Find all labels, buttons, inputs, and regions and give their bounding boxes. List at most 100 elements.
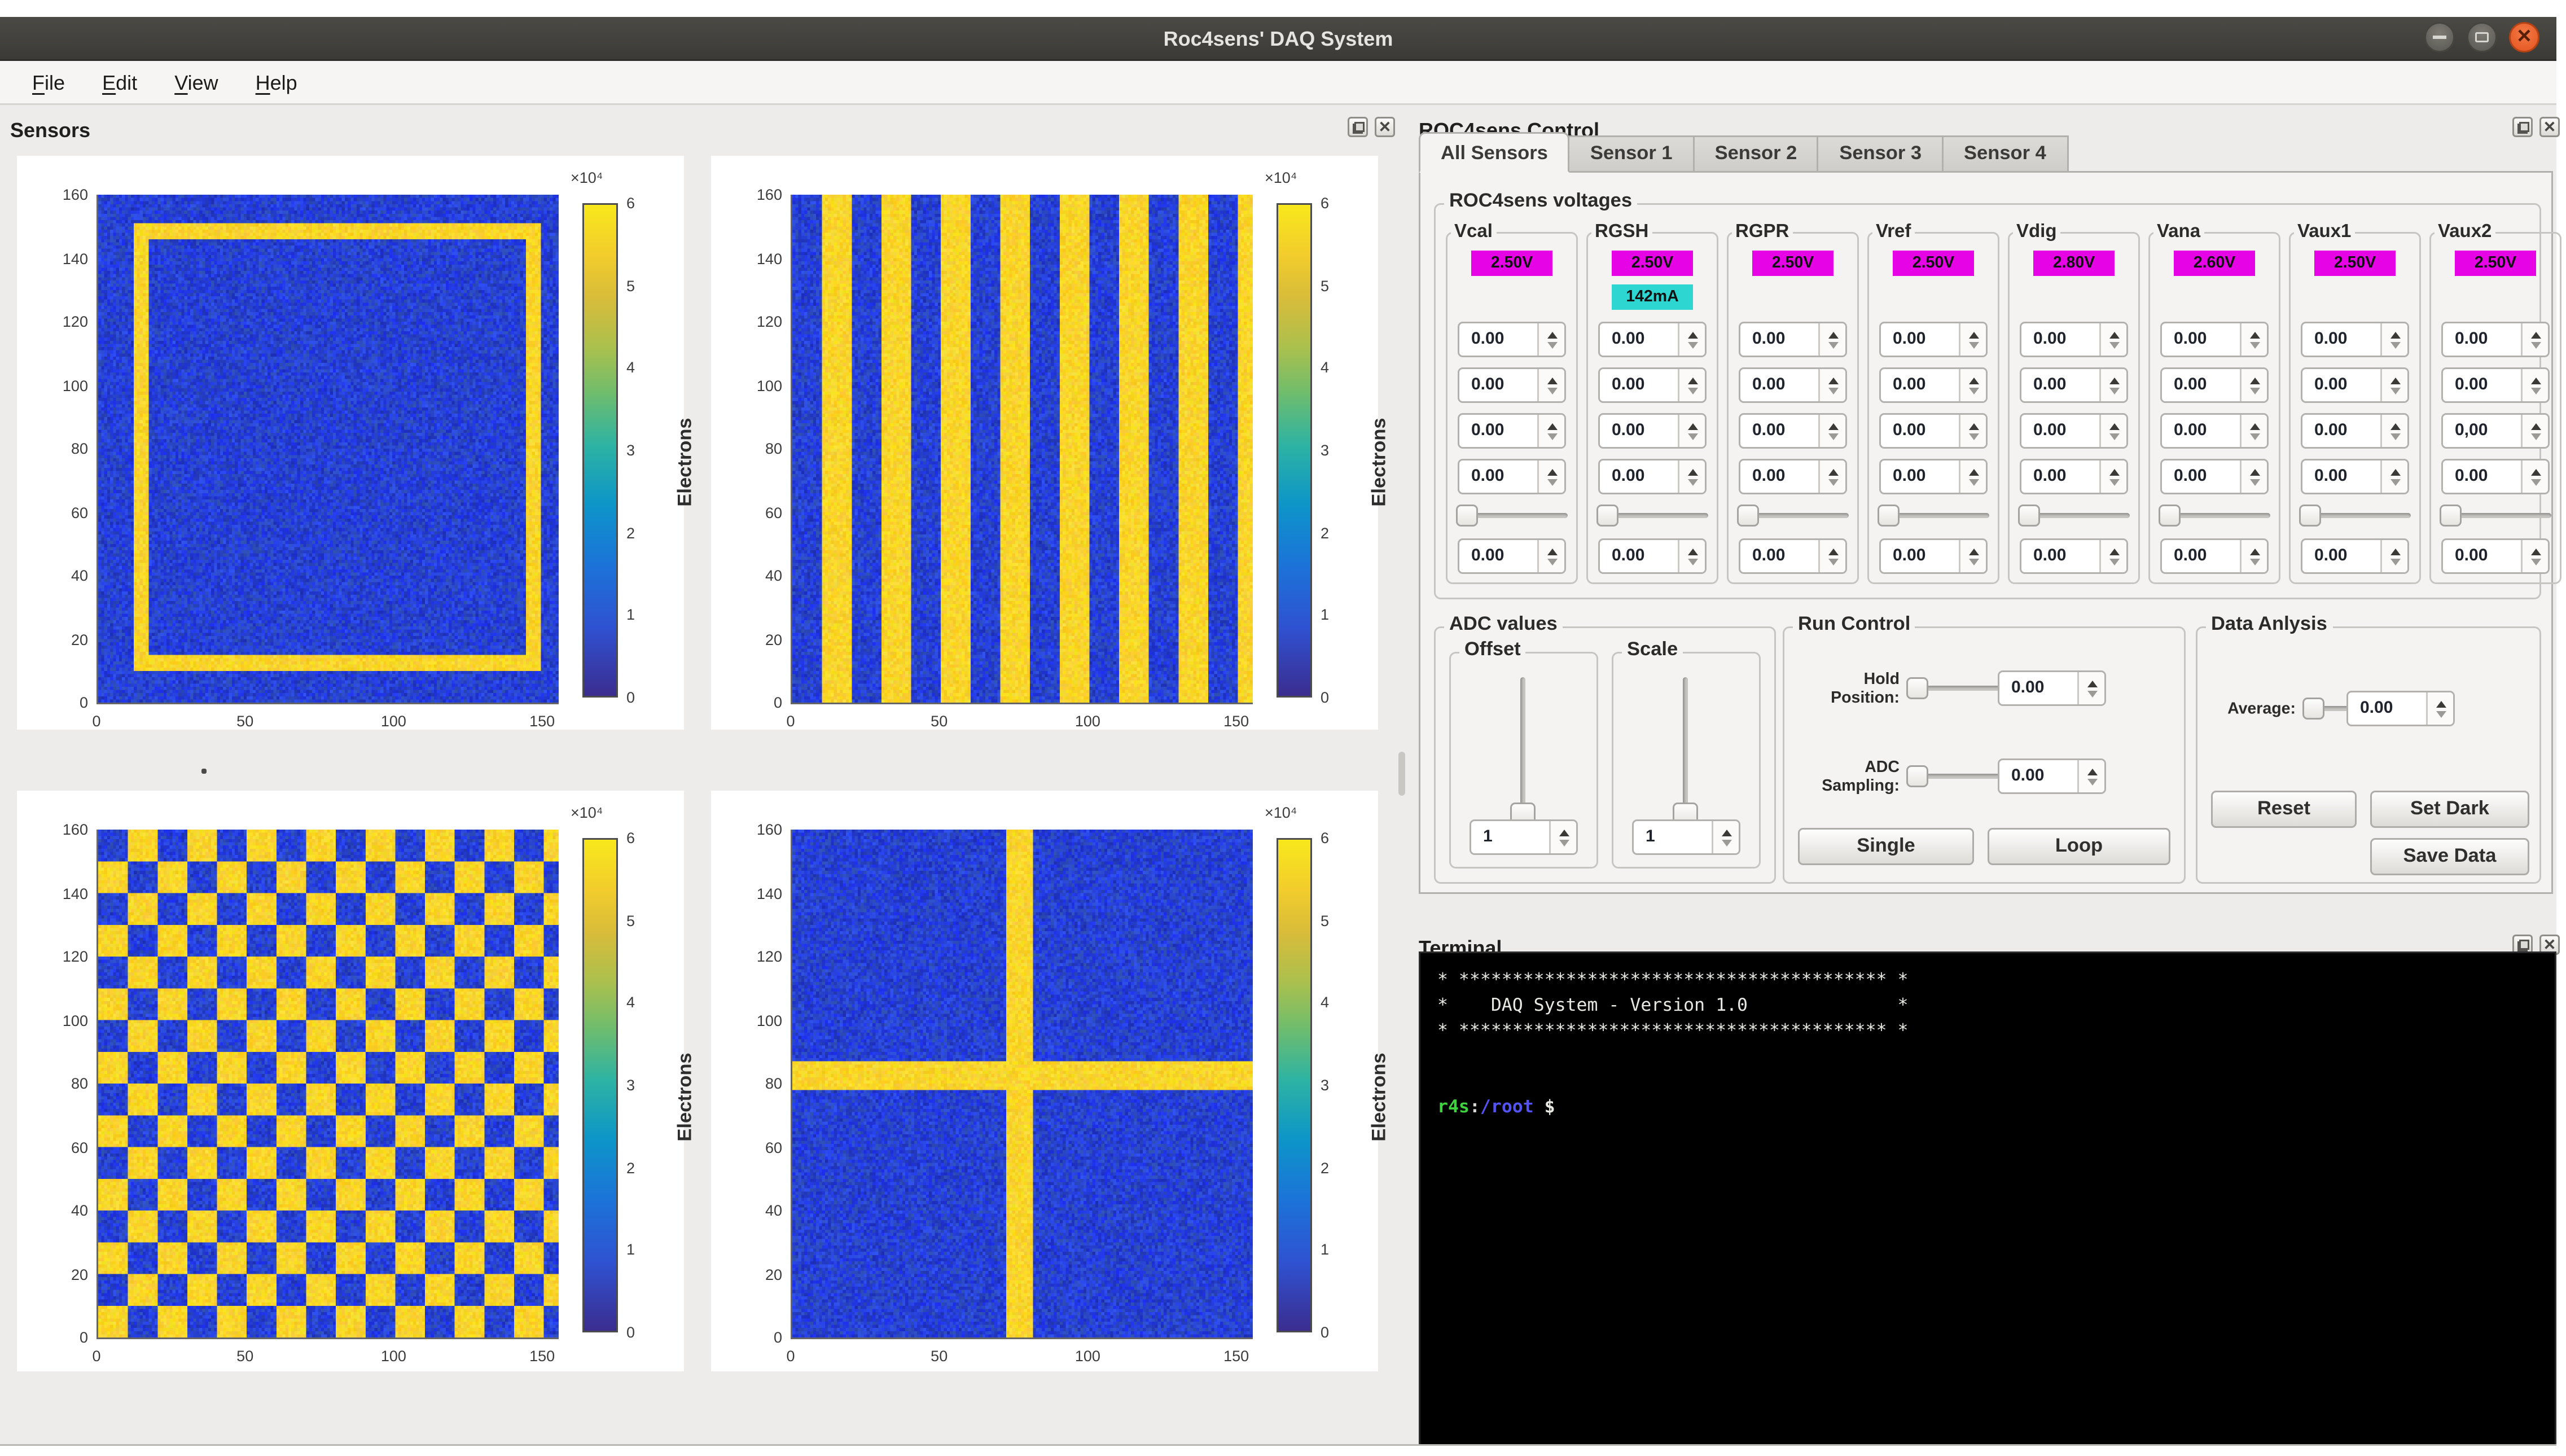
minimize-button[interactable] [2424, 22, 2455, 52]
spin-up-icon[interactable] [1687, 423, 1697, 429]
menu-view[interactable]: View [159, 65, 233, 99]
dac-spinbox[interactable]: 0.00 [1739, 322, 1847, 357]
spin-up-icon[interactable] [2249, 331, 2260, 338]
spin-up-icon[interactable] [2087, 680, 2097, 687]
dac-spinbox[interactable]: 0.00 [2160, 367, 2269, 403]
close-button[interactable]: ✕ [2509, 22, 2539, 52]
dac-spinbox[interactable]: 0.00 [2441, 538, 2550, 574]
spin-up-icon[interactable] [1721, 829, 1731, 836]
dac-spinbox[interactable]: 0.00 [2441, 459, 2550, 494]
spin-down-icon[interactable] [1968, 341, 1979, 348]
dac-slider[interactable] [2440, 505, 2551, 527]
dac-spinbox[interactable]: 0.00 [2160, 322, 2269, 357]
spin-down-icon[interactable] [1968, 479, 1979, 485]
spin-up-icon[interactable] [2530, 468, 2541, 475]
spin-up-icon[interactable] [2249, 377, 2260, 384]
slider-handle[interactable] [1456, 505, 1478, 527]
spin-up-icon[interactable] [1687, 548, 1697, 555]
float-panel-button[interactable] [2512, 117, 2533, 137]
dac-slider[interactable] [2018, 505, 2130, 527]
spin-down-icon[interactable] [1828, 558, 1838, 565]
dac-spinbox[interactable]: 0.00 [1739, 459, 1847, 494]
terminal-output[interactable]: * **************************************… [1419, 951, 2556, 1446]
slider-handle[interactable] [2299, 505, 2321, 527]
dac-spinbox[interactable]: 0.00 [2301, 413, 2409, 449]
menu-help[interactable]: Help [240, 65, 313, 99]
spin-up-icon[interactable] [1687, 331, 1697, 338]
spin-down-icon[interactable] [2109, 479, 2119, 485]
dac-spinbox[interactable]: 0.00 [2020, 459, 2128, 494]
slider-handle[interactable] [1737, 505, 1759, 527]
spin-down-icon[interactable] [2530, 341, 2541, 348]
dac-slider[interactable] [1456, 505, 1568, 527]
dac-spinbox[interactable]: 0.00 [1458, 538, 1566, 574]
spin-up-icon[interactable] [1968, 548, 1979, 555]
dac-spinbox[interactable]: 0.00 [1458, 367, 1566, 403]
spin-up-icon[interactable] [2249, 548, 2260, 555]
slider-handle[interactable] [1878, 505, 1900, 527]
spin-down-icon[interactable] [1687, 387, 1697, 394]
spin-up-icon[interactable] [1828, 377, 1838, 384]
spin-up-icon[interactable] [1828, 548, 1838, 555]
panel-splitter[interactable] [1398, 752, 1405, 796]
dac-spinbox[interactable]: 0.00 [2160, 413, 2269, 449]
spin-up-icon[interactable] [2109, 548, 2119, 555]
dac-spinbox[interactable]: 0.00 [2301, 367, 2409, 403]
spin-up-icon[interactable] [1968, 423, 1979, 429]
spin-up-icon[interactable] [2390, 423, 2400, 429]
dac-slider[interactable] [1596, 505, 1708, 527]
single-button[interactable]: Single [1798, 828, 1974, 865]
spin-down-icon[interactable] [1559, 839, 1569, 846]
dac-spinbox[interactable]: 0.00 [1879, 459, 1988, 494]
dac-spinbox[interactable]: 0,00 [2441, 413, 2550, 449]
dac-slider[interactable] [2159, 505, 2270, 527]
dac-spinbox[interactable]: 0.00 [1598, 538, 1707, 574]
spin-down-icon[interactable] [1547, 433, 1557, 440]
title-bar[interactable]: Roc4sens' DAQ System ✕ [0, 17, 2556, 61]
dac-spinbox[interactable]: 0.00 [2020, 367, 2128, 403]
spin-down-icon[interactable] [1968, 433, 1979, 440]
spin-down-icon[interactable] [1721, 839, 1731, 846]
dac-spinbox[interactable]: 0.00 [1739, 367, 1847, 403]
spin-down-icon[interactable] [1828, 341, 1838, 348]
spin-up-icon[interactable] [2530, 423, 2541, 429]
spin-up-icon[interactable] [2109, 423, 2119, 429]
slider-handle[interactable] [2440, 505, 2462, 527]
spin-down-icon[interactable] [2109, 558, 2119, 565]
spin-up-icon[interactable] [2249, 423, 2260, 429]
spin-down-icon[interactable] [2390, 433, 2400, 440]
close-panel-button[interactable]: ✕ [2539, 117, 2560, 137]
tab-sensor-3[interactable]: Sensor 3 [1817, 135, 1944, 173]
spin-down-icon[interactable] [2530, 558, 2541, 565]
dac-spinbox[interactable]: 0.00 [2441, 322, 2550, 357]
dac-spinbox[interactable]: 0.00 [1598, 459, 1707, 494]
dac-spinbox[interactable]: 0.00 [2020, 538, 2128, 574]
spin-down-icon[interactable] [1687, 558, 1697, 565]
tab-all-sensors[interactable]: All Sensors [1419, 132, 1570, 173]
spin-up-icon[interactable] [2390, 548, 2400, 555]
dac-spinbox[interactable]: 0.00 [1739, 538, 1847, 574]
spin-up-icon[interactable] [2249, 468, 2260, 475]
dac-spinbox[interactable]: 0.00 [2301, 322, 2409, 357]
spin-up-icon[interactable] [1968, 377, 1979, 384]
spin-down-icon[interactable] [2109, 341, 2119, 348]
menu-edit[interactable]: Edit [87, 65, 152, 99]
spin-up-icon[interactable] [2109, 331, 2119, 338]
spin-down-icon[interactable] [2249, 479, 2260, 485]
reset-button[interactable]: Reset [2211, 791, 2357, 828]
spin-up-icon[interactable] [1547, 331, 1557, 338]
scale-spinbox[interactable]: 1 [1632, 819, 1740, 855]
maximize-button[interactable] [2467, 22, 2497, 52]
slider-handle[interactable] [1906, 677, 1928, 699]
spin-down-icon[interactable] [2436, 711, 2446, 717]
spin-up-icon[interactable] [2109, 377, 2119, 384]
save-data-button[interactable]: Save Data [2370, 838, 2529, 875]
scale-slider[interactable] [1673, 677, 1698, 813]
spin-down-icon[interactable] [2087, 690, 2097, 697]
offset-slider[interactable] [1510, 677, 1536, 813]
dac-spinbox[interactable]: 0.00 [1458, 322, 1566, 357]
spin-down-icon[interactable] [1828, 387, 1838, 394]
spin-down-icon[interactable] [2249, 387, 2260, 394]
slider-handle[interactable] [2159, 505, 2181, 527]
dac-spinbox[interactable]: 0.00 [1879, 367, 1988, 403]
